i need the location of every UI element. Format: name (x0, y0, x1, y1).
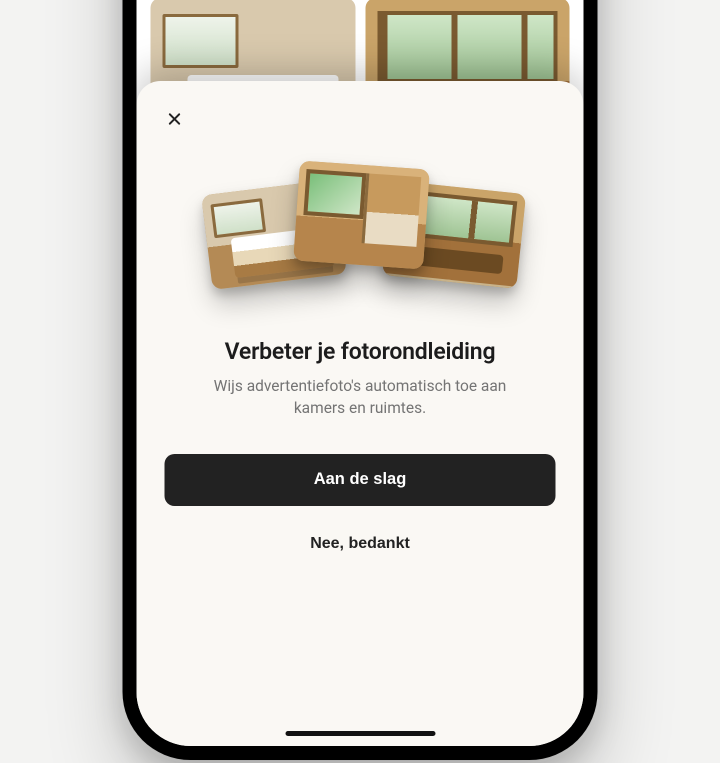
phone-frame: Verbeter je fotorondleiding Wijs adverte… (123, 0, 598, 760)
photo-collage (210, 159, 510, 304)
collage-card (293, 161, 430, 270)
modal-title: Verbeter je fotorondleiding (165, 338, 556, 365)
modal-actions: Aan de slag Nee, bedankt (165, 454, 556, 568)
close-icon (167, 111, 183, 127)
no-thanks-button[interactable]: Nee, bedankt (165, 520, 556, 568)
close-button[interactable] (157, 101, 193, 137)
photo-tour-modal: Verbeter je fotorondleiding Wijs adverte… (137, 81, 584, 746)
phone-screen: Verbeter je fotorondleiding Wijs adverte… (137, 0, 584, 746)
modal-subtitle: Wijs advertentiefoto's automatisch toe a… (210, 375, 510, 420)
home-indicator (285, 731, 435, 736)
get-started-button[interactable]: Aan de slag (165, 454, 556, 506)
